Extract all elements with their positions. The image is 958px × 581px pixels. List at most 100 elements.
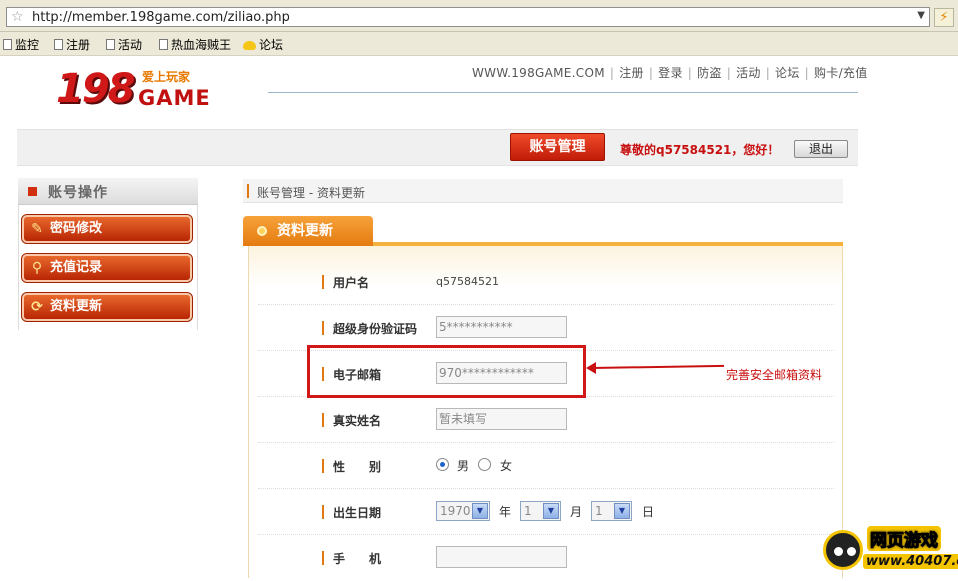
birth-day-value: 1 <box>595 504 603 518</box>
sidebar-item-label: 资料更新 <box>50 299 103 314</box>
realname-field[interactable]: 暂未填写 <box>436 408 567 430</box>
watermark: 网页游戏 www.40407.com <box>823 522 958 576</box>
header-divider <box>268 92 858 93</box>
refresh-icon: ⟳ <box>31 299 43 315</box>
annotation-text: 完善安全邮箱资料 <box>726 368 823 382</box>
logo-word: GAME <box>138 86 211 110</box>
nav-link-recharge[interactable]: 购卡/充值 <box>814 66 868 80</box>
breadcrumb-text: 账号管理 - 资料更新 <box>257 186 365 200</box>
dot-icon <box>257 226 267 236</box>
breadcrumb: 账号管理 - 资料更新 <box>243 179 843 203</box>
greeting-text: 尊敬的q57584521，您好！ <box>620 143 780 157</box>
bookmark-item[interactable]: 热血海贼王 <box>159 36 231 53</box>
username-label: 用户名 <box>333 276 370 290</box>
birth-day-select[interactable]: 1 ▼ <box>591 501 632 521</box>
sidebar-title: 账号操作 <box>48 185 108 201</box>
arrow-left-icon <box>586 362 596 374</box>
account-manage-button[interactable]: 账号管理 <box>510 133 605 161</box>
page-icon <box>3 39 12 50</box>
watermark-title: 网页游戏 <box>867 526 941 552</box>
magnifier-icon: ⚲ <box>31 260 43 276</box>
day-unit: 日 <box>642 505 655 519</box>
birthday-label: 出生日期 <box>333 506 382 520</box>
top-nav: WWW.198GAME.COM | 注册 | 登录 | 防盗 | 活动 | 论坛 | 购卡/充值 <box>472 66 868 80</box>
sidebar-header: 账号操作 <box>18 178 198 205</box>
phone-label: 手 机 <box>333 552 382 566</box>
gender-female-radio[interactable] <box>478 458 491 471</box>
birth-year-select[interactable]: 1970 ▼ <box>436 501 490 521</box>
pencil-icon: ✎ <box>31 221 43 237</box>
gender-label: 性 别 <box>333 460 382 474</box>
username-value: q57584521 <box>436 275 499 288</box>
bookmark-item[interactable]: 监控 <box>3 36 39 53</box>
breadcrumb-marker <box>247 184 249 198</box>
square-bullet-icon <box>28 187 37 196</box>
sidebar-item-profile-update[interactable]: ⟳ 资料更新 <box>21 292 193 322</box>
nav-link-register[interactable]: 注册 <box>619 66 644 80</box>
bookmark-label: 活动 <box>118 38 143 52</box>
url-field[interactable]: ☆ http://member.198game.com/ziliao.php ▼ <box>6 7 930 27</box>
gender-male-radio[interactable] <box>436 458 449 471</box>
mascot-icon <box>823 530 863 570</box>
chevron-down-icon[interactable]: ▼ <box>472 503 488 519</box>
realname-label: 真实姓名 <box>333 414 382 428</box>
phone-field[interactable] <box>436 546 567 568</box>
form-row-realname: 真实姓名 暂未填写 <box>258 397 834 443</box>
logo-tagline: 爱上玩家 <box>142 70 191 84</box>
bookmark-label: 监控 <box>15 38 40 52</box>
bookmark-label: 论坛 <box>259 38 284 52</box>
row-marker <box>322 275 324 289</box>
tab-profile-update[interactable]: 资料更新 <box>243 216 373 246</box>
gender-male-label[interactable]: 男 <box>457 457 469 474</box>
year-unit: 年 <box>499 505 512 519</box>
bookmark-item[interactable]: 论坛 <box>243 36 283 53</box>
nav-link-events[interactable]: 活动 <box>736 66 761 80</box>
month-unit: 月 <box>570 505 583 519</box>
row-marker <box>322 505 324 519</box>
super-id-field[interactable]: 5*********** <box>436 316 567 338</box>
mascot-eye <box>847 547 856 556</box>
row-marker <box>322 459 324 473</box>
gender-female-label[interactable]: 女 <box>500 457 512 474</box>
form-row-gender: 性 别 男 女 <box>258 443 834 489</box>
row-marker <box>322 551 324 565</box>
bookmark-item[interactable]: 活动 <box>106 36 142 53</box>
logout-button[interactable]: 退出 <box>794 140 848 158</box>
go-button[interactable]: ⚡ <box>934 8 954 27</box>
nav-link-security[interactable]: 防盗 <box>697 66 722 80</box>
sidebar-item-label: 密码修改 <box>50 221 103 236</box>
form-row-phone: 手 机 <box>258 535 834 581</box>
chevron-down-icon[interactable]: ▼ <box>543 503 559 519</box>
row-marker <box>322 413 324 427</box>
bookmark-label: 注册 <box>66 38 91 52</box>
tab-bar: 资料更新 <box>243 214 843 246</box>
logo-number: 198 <box>56 66 135 112</box>
star-bookmark-icon[interactable]: ☆ <box>11 9 24 25</box>
sidebar-item-recharge-records[interactable]: ⚲ 充值记录 <box>21 253 193 283</box>
nav-link-forum[interactable]: 论坛 <box>775 66 800 80</box>
watermark-url: www.40407.com <box>863 554 958 569</box>
form-row-username: 用户名 q57584521 <box>258 259 834 305</box>
birth-year-value: 1970 <box>440 504 471 518</box>
page-icon <box>106 39 115 50</box>
chevron-down-icon[interactable]: ▼ <box>917 10 925 21</box>
hand-icon <box>243 41 256 50</box>
page-icon <box>159 39 168 50</box>
sidebar-item-label: 充值记录 <box>50 260 103 275</box>
url-text[interactable]: http://member.198game.com/ziliao.php <box>32 10 290 25</box>
browser-address-bar: ☆ http://member.198game.com/ziliao.php ▼… <box>0 0 958 32</box>
email-highlight-box <box>307 345 586 398</box>
chevron-down-icon[interactable]: ▼ <box>614 503 630 519</box>
nav-link-home[interactable]: WWW.198GAME.COM <box>472 66 605 80</box>
sidebar-item-password[interactable]: ✎ 密码修改 <box>21 214 193 244</box>
lightning-icon: ⚡ <box>939 10 949 25</box>
bookmark-item[interactable]: 注册 <box>54 36 90 53</box>
page-icon <box>54 39 63 50</box>
bookmark-label: 热血海贼王 <box>171 38 232 52</box>
bookmarks-bar: 监控 注册 活动 热血海贼王 论坛 <box>0 32 958 56</box>
birth-month-value: 1 <box>524 504 532 518</box>
nav-link-login[interactable]: 登录 <box>658 66 683 80</box>
site-logo[interactable]: 198 爱上玩家 GAME <box>56 66 216 114</box>
mascot-eye <box>834 547 843 556</box>
birth-month-select[interactable]: 1 ▼ <box>520 501 561 521</box>
